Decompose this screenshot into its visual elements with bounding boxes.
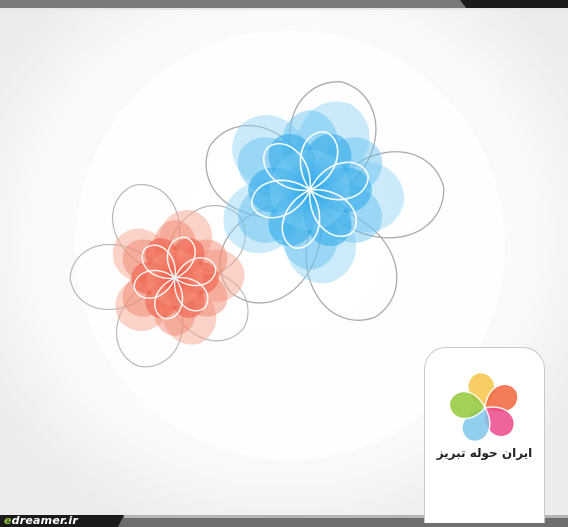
- brand-name: ایران حوله تبریز: [436, 446, 533, 460]
- logo-card: ایران حوله تبریز: [424, 347, 545, 523]
- watermark-text: edreamer.ir: [4, 515, 78, 527]
- top-bar: [0, 0, 568, 10]
- watermark-rest: dreamer.ir: [11, 514, 79, 527]
- logo-flower-icon: [448, 371, 519, 443]
- watermark-e: e: [4, 514, 12, 527]
